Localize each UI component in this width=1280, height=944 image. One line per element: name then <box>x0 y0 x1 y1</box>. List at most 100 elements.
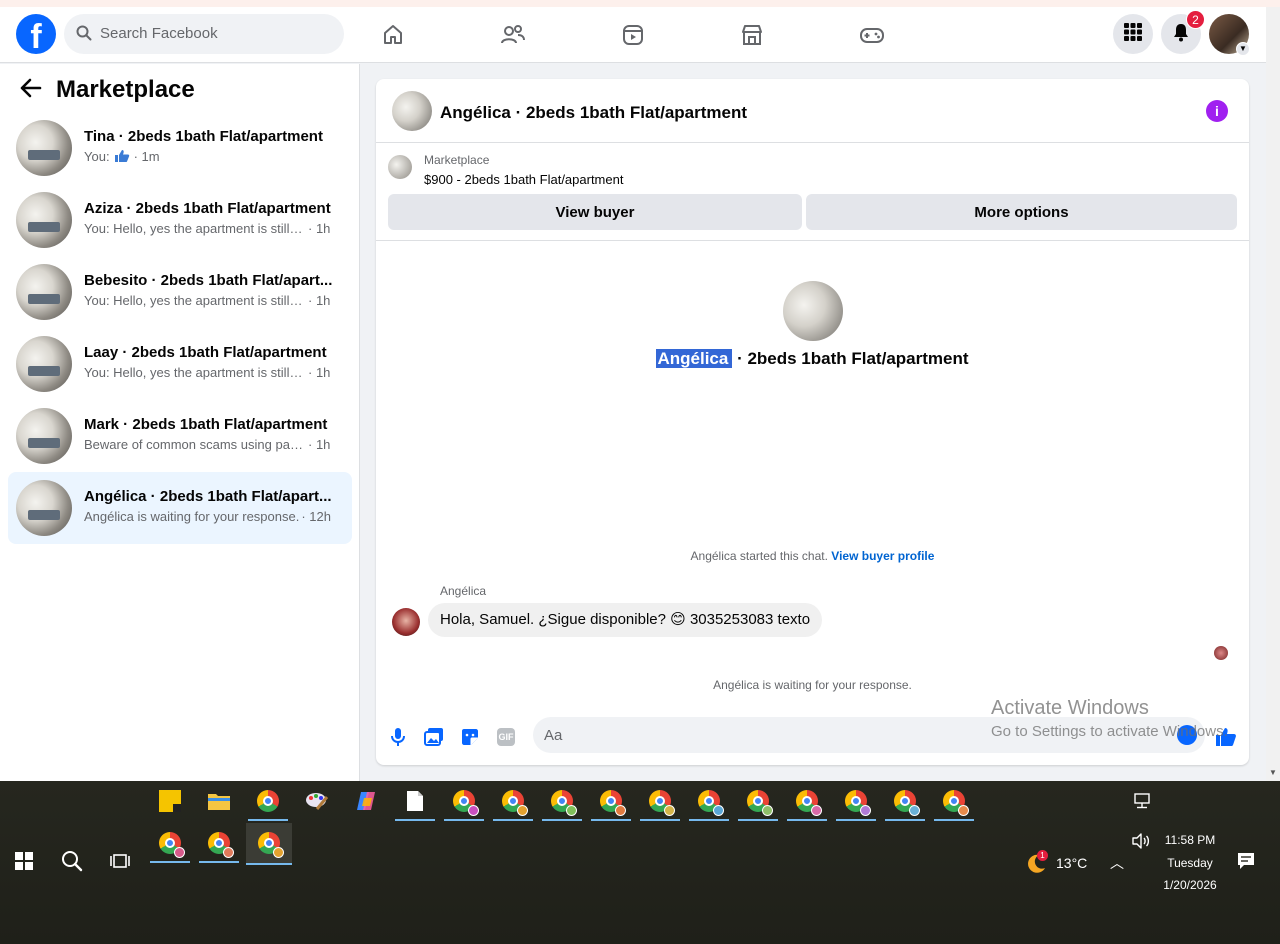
more-options-button[interactable]: More options <box>806 194 1237 230</box>
weather-moon-icon[interactable]: 1 <box>1025 850 1048 874</box>
watch-icon[interactable] <box>617 19 649 51</box>
task-view-button[interactable] <box>100 843 140 879</box>
chrome-profile-window[interactable] <box>444 783 484 821</box>
conversation-snippet: You: Hello, yes the apartment is still a… <box>84 293 331 308</box>
chrome-icon <box>258 832 284 858</box>
listing-price-title[interactable]: $900 - 2beds 1bath Flat/apartment <box>424 172 623 187</box>
conversation-snippet: You: · 1m <box>84 149 160 166</box>
marketplace-icon[interactable] <box>736 19 768 51</box>
chrome-profile-window[interactable] <box>199 825 239 863</box>
copilot-icon <box>357 792 375 810</box>
gif-icon[interactable]: GIF <box>494 725 518 749</box>
listing-thumbnail <box>16 120 72 176</box>
chrome-profile-window[interactable] <box>640 783 680 821</box>
chrome-icon <box>159 832 185 858</box>
search-placeholder: Search Facebook <box>100 25 218 42</box>
chrome-icon <box>796 790 822 816</box>
conversation-item[interactable]: Aziza · 2beds 1bath Flat/apartment You: … <box>8 184 352 256</box>
chevron-down-icon[interactable]: ▼ <box>1236 42 1250 56</box>
notification-badge: 2 <box>1186 10 1205 29</box>
weather-temperature[interactable]: 13°C <box>1056 855 1087 871</box>
search-input[interactable]: Search Facebook <box>64 14 344 54</box>
photo-icon[interactable] <box>422 725 446 749</box>
message-bubble[interactable]: Hola, Samuel. ¿Sigue disponible? 😊 30352… <box>428 603 823 637</box>
sender-avatar[interactable] <box>392 608 420 636</box>
chrome-profile-window[interactable] <box>738 783 778 821</box>
page-scrollbar[interactable]: ▼ <box>1266 7 1280 781</box>
chrome-profile-window[interactable] <box>542 783 582 821</box>
microphone-icon[interactable] <box>386 725 410 749</box>
chat-title[interactable]: Angélica · 2beds 1bath Flat/apartment <box>440 103 747 123</box>
chrome-profile-window[interactable] <box>150 825 190 863</box>
copilot-app[interactable] <box>346 783 386 819</box>
friends-icon[interactable] <box>497 19 529 51</box>
task-view-icon <box>110 854 130 868</box>
chrome-profile-window[interactable] <box>787 783 827 821</box>
chrome-active-window[interactable] <box>246 823 292 865</box>
chrome-icon <box>747 790 773 816</box>
back-arrow-icon[interactable] <box>20 78 42 103</box>
view-buyer-profile-link[interactable]: View buyer profile <box>831 549 934 563</box>
windows-taskbar: 1 13°C ︿ 11:58 PM Tuesday 1/20/2026 <box>0 781 1280 944</box>
chrome-app[interactable] <box>248 783 288 821</box>
conversation-item[interactable]: Mark · 2beds 1bath Flat/apartment Beware… <box>8 400 352 472</box>
listing-thumbnail <box>16 192 72 248</box>
notifications-button[interactable]: 2 <box>1161 10 1205 54</box>
read-receipt-avatar <box>1214 646 1228 660</box>
listing-thumbnail <box>16 264 72 320</box>
chat-center-avatar <box>783 281 843 341</box>
chrome-icon <box>502 790 528 816</box>
listing-small-thumbnail <box>388 155 412 179</box>
volume-icon[interactable] <box>1132 833 1150 852</box>
conversation-item[interactable]: Laay · 2beds 1bath Flat/apartment You: H… <box>8 328 352 400</box>
facebook-top-bar: f Search Facebook 2 ▼ <box>0 7 1266 63</box>
chrome-icon <box>649 790 675 816</box>
paint-app[interactable] <box>297 783 337 819</box>
start-button[interactable] <box>4 843 44 879</box>
chrome-profile-window[interactable] <box>934 783 974 821</box>
chat-header: Angélica · 2beds 1bath Flat/apartment i <box>376 79 1249 143</box>
network-icon[interactable] <box>1122 783 1162 819</box>
chat-listing-thumbnail[interactable] <box>392 91 432 131</box>
clock-time[interactable]: 11:58 PM <box>1160 833 1220 847</box>
chrome-icon <box>600 790 626 816</box>
conversation-name: Laay · 2beds 1bath Flat/apartment <box>84 344 327 361</box>
clock-date[interactable]: 1/20/2026 <box>1155 878 1225 892</box>
notepad-app[interactable] <box>395 783 435 821</box>
chrome-icon <box>453 790 479 816</box>
chrome-profile-window[interactable] <box>885 783 925 821</box>
search-icon <box>76 25 92 46</box>
show-hidden-icons-chevron-icon[interactable]: ︿ <box>1110 853 1124 873</box>
view-buyer-button[interactable]: View buyer <box>388 194 802 230</box>
gaming-icon[interactable] <box>856 19 888 51</box>
chrome-profile-window[interactable] <box>689 783 729 821</box>
conversation-name: Angélica · 2beds 1bath Flat/apart... <box>84 488 332 505</box>
chrome-profile-window[interactable] <box>493 783 533 821</box>
conversation-name: Bebesito · 2beds 1bath Flat/apart... <box>84 272 333 289</box>
sticky-notes-app[interactable] <box>150 783 190 819</box>
message-input-placeholder: Aa <box>544 727 563 744</box>
home-icon[interactable] <box>377 19 409 51</box>
conversation-snippet: Beware of common scams using pay... · 1h <box>84 437 331 452</box>
action-center-button[interactable] <box>1226 843 1266 879</box>
file-explorer-app[interactable] <box>199 783 239 819</box>
chrome-profile-window[interactable] <box>591 783 631 821</box>
facebook-logo[interactable]: f <box>16 14 56 54</box>
conversation-item-active[interactable]: Angélica · 2beds 1bath Flat/apart... Ang… <box>8 472 352 544</box>
clock-day[interactable]: Tuesday <box>1160 856 1220 870</box>
info-icon[interactable]: i <box>1206 100 1228 122</box>
chrome-icon <box>943 790 969 816</box>
chrome-icon <box>698 790 724 816</box>
like-icon <box>114 149 130 166</box>
conversation-item[interactable]: Tina · 2beds 1bath Flat/apartment You: ·… <box>8 112 352 184</box>
sticker-icon[interactable] <box>458 725 482 749</box>
sidebar-title: Marketplace <box>56 76 195 103</box>
menu-button[interactable] <box>1113 14 1153 54</box>
folder-icon <box>208 794 230 810</box>
scroll-down-arrow-icon[interactable]: ▼ <box>1269 768 1277 777</box>
chat-started-notice: Angélica started this chat. View buyer p… <box>690 549 935 563</box>
taskbar-search-button[interactable] <box>52 843 92 879</box>
search-icon <box>62 851 83 872</box>
chrome-profile-window[interactable] <box>836 783 876 821</box>
conversation-item[interactable]: Bebesito · 2beds 1bath Flat/apart... You… <box>8 256 352 328</box>
